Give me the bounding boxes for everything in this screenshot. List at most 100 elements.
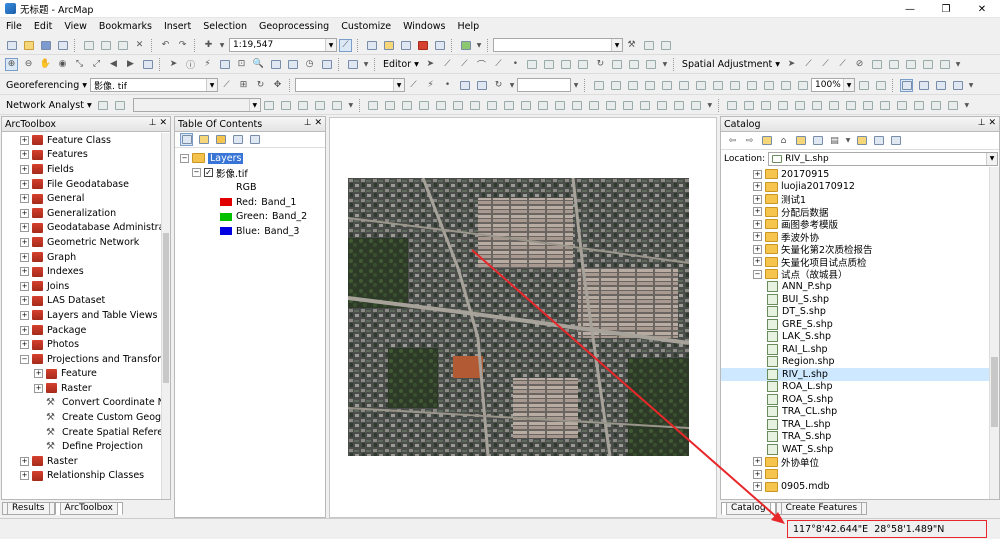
add-data-icon[interactable]: ✚ bbox=[202, 39, 215, 52]
expand-icon[interactable]: + bbox=[20, 150, 29, 160]
expand-icon[interactable]: + bbox=[20, 267, 29, 277]
toolbox-item[interactable]: ⚒ Convert Coordinate No bbox=[2, 396, 170, 411]
redo-icon[interactable]: ↷ bbox=[176, 39, 189, 52]
cog5-icon[interactable] bbox=[794, 99, 807, 112]
close-icon[interactable]: ✕ bbox=[964, 0, 1000, 18]
layout-out-icon[interactable] bbox=[694, 79, 707, 92]
search-window-icon[interactable] bbox=[399, 39, 412, 52]
topo13-icon[interactable] bbox=[571, 99, 584, 112]
editor-menu[interactable]: Editor ▾ bbox=[380, 59, 422, 70]
cog10-icon[interactable] bbox=[879, 99, 892, 112]
catalog-item[interactable]: RIV_L.shp bbox=[721, 368, 999, 381]
endpoint-arc-icon[interactable]: ⌒ bbox=[475, 58, 488, 71]
minimize-icon[interactable]: — bbox=[892, 0, 928, 18]
restore-icon[interactable]: ❐ bbox=[928, 0, 964, 18]
toolbox-item[interactable]: + Layers and Table Views bbox=[2, 308, 170, 323]
trace-icon[interactable]: ⟋ bbox=[492, 58, 505, 71]
chevron-down-icon[interactable]: ▼ bbox=[964, 99, 970, 112]
georef-combo2[interactable]: ▼ bbox=[295, 78, 406, 92]
catalog-item[interactable]: BUI_S.shp bbox=[721, 293, 999, 306]
expand-icon[interactable]: + bbox=[753, 257, 762, 267]
draw-icon[interactable] bbox=[346, 58, 359, 71]
menu-insert[interactable]: Insert bbox=[158, 21, 197, 32]
refresh-icon[interactable]: ↻ bbox=[492, 79, 505, 92]
up-folder-icon[interactable] bbox=[760, 134, 773, 147]
catalog-item[interactable]: + 分配后数据 bbox=[721, 206, 999, 218]
cog12-icon[interactable] bbox=[913, 99, 926, 112]
toolbox-item[interactable]: + Geometric Network bbox=[2, 235, 170, 250]
topo6-icon[interactable] bbox=[452, 99, 465, 112]
network-analyst-menu[interactable]: Network Analyst ▾ bbox=[3, 100, 95, 111]
layer-combo[interactable]: ▼ bbox=[493, 38, 623, 52]
layers-group[interactable]: − Layers bbox=[180, 151, 325, 166]
print-preview-icon[interactable] bbox=[934, 79, 947, 92]
list-by-visibility-icon[interactable] bbox=[214, 133, 227, 146]
cog14-icon[interactable] bbox=[947, 99, 960, 112]
toolbox-item[interactable]: − Projections and Transform bbox=[2, 352, 170, 367]
expand-icon[interactable]: + bbox=[20, 310, 29, 320]
chevron-down-icon[interactable]: ▼ bbox=[707, 99, 713, 112]
toolbox-item[interactable]: + Package bbox=[2, 323, 170, 338]
edit-annotation-icon[interactable]: ⟋ bbox=[441, 58, 454, 71]
collapse-icon[interactable]: − bbox=[192, 168, 201, 178]
layout-change-icon[interactable] bbox=[951, 79, 964, 92]
layout-zoom-out-icon[interactable] bbox=[609, 79, 622, 92]
topo18-icon[interactable] bbox=[656, 99, 669, 112]
georef-value-input[interactable] bbox=[517, 78, 572, 92]
catalog-item[interactable]: + 测试1 bbox=[721, 193, 999, 206]
toolbox-item[interactable]: + Photos bbox=[2, 337, 170, 352]
topo20-icon[interactable] bbox=[690, 99, 703, 112]
sketch-icon[interactable] bbox=[642, 39, 655, 52]
expand-icon[interactable]: + bbox=[20, 164, 29, 174]
catalog-scroll-thumb[interactable] bbox=[991, 357, 998, 427]
toolbox-item[interactable]: + Feature Class bbox=[2, 133, 170, 148]
topo9-icon[interactable] bbox=[503, 99, 516, 112]
topo8-icon[interactable] bbox=[486, 99, 499, 112]
zoom-out-icon[interactable]: ⊖ bbox=[22, 58, 35, 71]
table-icon[interactable] bbox=[458, 79, 471, 92]
toolbox-item[interactable]: + LAS Dataset bbox=[2, 294, 170, 309]
catalog-item[interactable]: +0905.mdb bbox=[721, 481, 999, 494]
na-tool3-icon[interactable] bbox=[297, 99, 310, 112]
model-builder-icon[interactable] bbox=[459, 39, 472, 52]
expand-icon[interactable]: + bbox=[20, 179, 29, 189]
link-table-icon[interactable] bbox=[887, 58, 900, 71]
cog4-icon[interactable] bbox=[777, 99, 790, 112]
menu-edit[interactable]: Edit bbox=[28, 21, 58, 32]
new-icon[interactable] bbox=[5, 39, 18, 52]
home-icon[interactable]: ⌂ bbox=[777, 134, 790, 147]
georef-layer-combo[interactable]: 影像. tif ▼ bbox=[90, 78, 219, 92]
back-extent-icon[interactable]: ◀ bbox=[107, 58, 120, 71]
toolbox-item[interactable]: + Geodatabase Administrati bbox=[2, 221, 170, 236]
expand-icon[interactable]: + bbox=[34, 369, 43, 379]
toolbox-item[interactable]: + Raster bbox=[2, 381, 170, 396]
view-link-table-icon[interactable]: ⊞ bbox=[237, 79, 250, 92]
zoom-percent-combo[interactable]: 100% ▼ bbox=[811, 78, 856, 92]
identify-icon[interactable]: ⓘ bbox=[184, 58, 197, 71]
toolbox-scrollbar[interactable] bbox=[161, 133, 170, 499]
expand-icon[interactable]: + bbox=[20, 456, 29, 466]
catalog-item[interactable]: TRA_L.shp bbox=[721, 418, 999, 431]
catalog-scrollbar[interactable] bbox=[989, 167, 999, 499]
topo10-icon[interactable] bbox=[520, 99, 533, 112]
layout-tool6-icon[interactable] bbox=[874, 79, 887, 92]
attribute-transfer-icon[interactable] bbox=[904, 58, 917, 71]
menu-view[interactable]: View bbox=[58, 21, 93, 32]
menu-help[interactable]: Help bbox=[451, 21, 485, 32]
layer-row[interactable]: − ✓ 影像.tif bbox=[180, 166, 325, 181]
menu-customize[interactable]: Customize bbox=[335, 21, 397, 32]
shift-icon[interactable]: ✥ bbox=[271, 79, 284, 92]
zoom-in-icon[interactable]: ⊕ bbox=[5, 57, 18, 71]
layout-tool5-icon[interactable] bbox=[857, 79, 870, 92]
catalog-item[interactable]: LAK_S.shp bbox=[721, 331, 999, 344]
expand-icon[interactable]: + bbox=[20, 194, 29, 204]
expand-icon[interactable]: + bbox=[753, 232, 762, 242]
catalog-window-icon[interactable] bbox=[382, 39, 395, 52]
collapse-icon[interactable]: − bbox=[180, 153, 189, 163]
catalog-item[interactable]: + 外协单位 bbox=[721, 456, 999, 468]
paste-icon[interactable] bbox=[116, 39, 129, 52]
hammer-icon[interactable]: ⚒ bbox=[625, 39, 638, 52]
expand-icon[interactable]: + bbox=[20, 325, 29, 335]
layout-pan-icon[interactable] bbox=[626, 79, 639, 92]
topo3-icon[interactable] bbox=[401, 99, 414, 112]
